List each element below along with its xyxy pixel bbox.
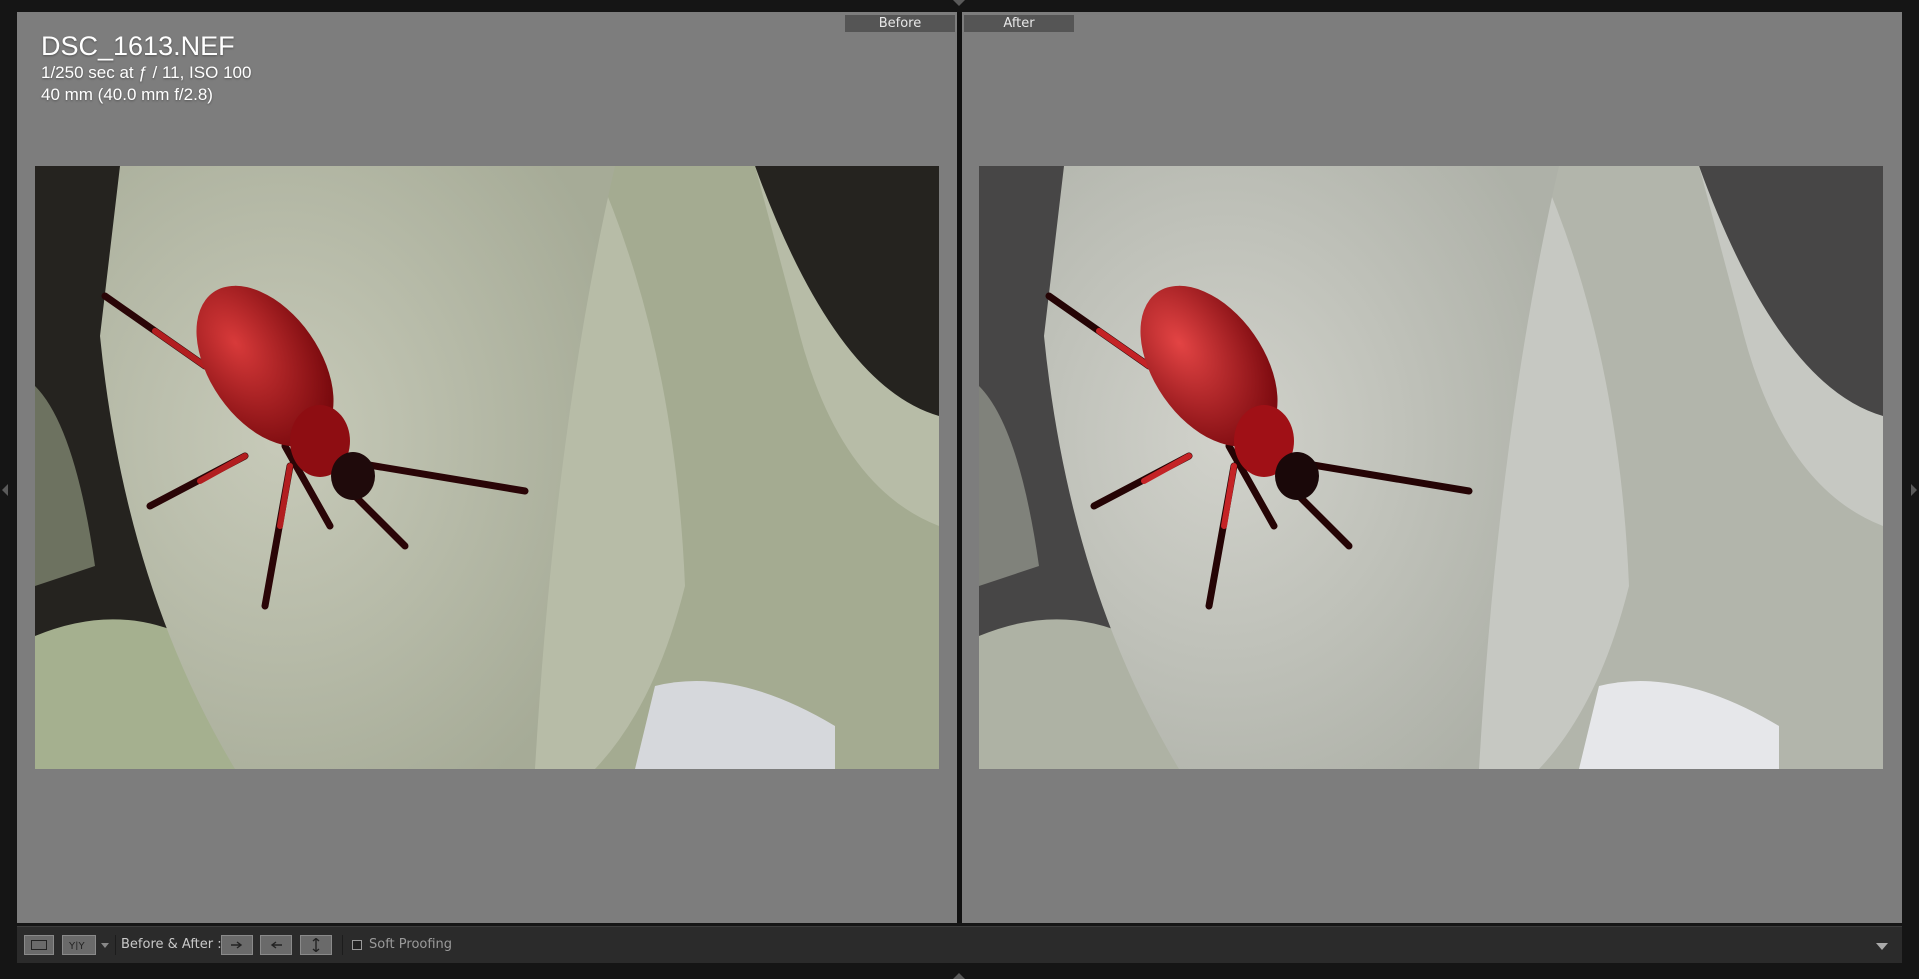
- bottom-toolbar: Y|Y Before & After : Soft Proofing: [17, 926, 1902, 963]
- before-pane: Before DSC_1613.NEF 1/250 sec at ƒ / 11,…: [17, 12, 957, 923]
- toolbar-separator: [342, 935, 343, 955]
- right-panel-toggle-icon[interactable]: [1911, 484, 1917, 496]
- after-photo[interactable]: [979, 166, 1883, 769]
- photo-filename: DSC_1613.NEF: [41, 31, 235, 61]
- before-photo[interactable]: [35, 166, 939, 769]
- before-label: Before: [845, 15, 955, 32]
- copy-settings-left-icon[interactable]: [260, 935, 292, 955]
- before-after-yy-icon[interactable]: Y|Y: [62, 935, 96, 955]
- photo-lens: 40 mm (40.0 mm f/2.8): [41, 85, 213, 104]
- soft-proofing-checkbox[interactable]: [352, 940, 362, 950]
- toolbar-menu-icon[interactable]: [1876, 943, 1888, 950]
- beetle-photo-after: [979, 166, 1883, 769]
- view-mode-dropdown-icon[interactable]: [101, 943, 109, 948]
- after-label: After: [964, 15, 1074, 32]
- left-panel-toggle-icon[interactable]: [2, 484, 8, 496]
- copy-settings-right-icon[interactable]: [221, 935, 253, 955]
- beetle-photo-before: [35, 166, 939, 769]
- toolbar-separator: [115, 935, 116, 955]
- after-pane: After: [962, 12, 1902, 923]
- photo-info-overlay: DSC_1613.NEF 1/250 sec at ƒ / 11, ISO 10…: [41, 30, 251, 106]
- swap-settings-icon[interactable]: [300, 935, 332, 955]
- photo-exposure: 1/250 sec at ƒ / 11, ISO 100: [41, 63, 252, 82]
- top-panel-toggle-icon[interactable]: [953, 0, 965, 6]
- soft-proofing-label: Soft Proofing: [369, 937, 453, 952]
- loupe-view-icon[interactable]: [24, 935, 54, 955]
- before-after-label: Before & After :: [121, 937, 222, 952]
- bottom-panel-toggle-icon[interactable]: [953, 973, 965, 979]
- svg-text:Y|Y: Y|Y: [68, 941, 85, 950]
